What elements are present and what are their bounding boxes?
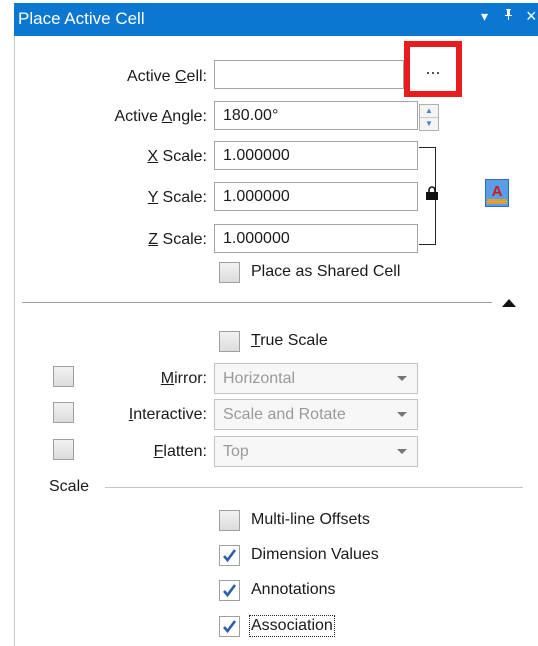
- y-scale-input[interactable]: 1.000000: [214, 182, 418, 211]
- active-angle-label: Active Angle:: [114, 108, 207, 125]
- multi-line-offsets-label: Multi-line Offsets: [251, 511, 370, 528]
- z-scale-input[interactable]: 1.000000: [214, 224, 418, 253]
- dimension-values-checkbox[interactable]: [219, 545, 240, 566]
- interactive-dropdown-value: Scale and Rotate: [223, 406, 346, 423]
- pin-icon[interactable]: [504, 8, 513, 24]
- annotations-label: Annotations: [251, 581, 336, 598]
- collapse-arrow-icon[interactable]: [502, 299, 516, 307]
- window-title: Place Active Cell: [18, 9, 145, 28]
- z-scale-label: Z Scale:: [148, 231, 207, 248]
- scale-group-line: [105, 487, 523, 488]
- mirror-checkbox[interactable]: [53, 366, 74, 387]
- check-icon: [223, 620, 237, 634]
- menu-dropdown-icon[interactable]: ▾: [481, 8, 488, 25]
- x-scale-input[interactable]: 1.000000: [214, 141, 418, 170]
- text-style-letter: A: [492, 183, 503, 200]
- true-scale-checkbox[interactable]: [219, 331, 240, 352]
- scale-group-title: Scale: [49, 478, 90, 495]
- association-checkbox[interactable]: [219, 616, 240, 637]
- flatten-dropdown[interactable]: Top: [214, 436, 418, 467]
- association-label: Association: [249, 615, 335, 637]
- multi-line-offsets-checkbox[interactable]: [219, 510, 240, 531]
- x-scale-label: X Scale:: [147, 148, 207, 165]
- flatten-label: Flatten:: [153, 443, 207, 460]
- active-cell-input[interactable]: [214, 60, 404, 89]
- spin-up-icon[interactable]: ▲: [420, 105, 438, 118]
- true-scale-label: True Scale: [251, 332, 328, 349]
- mirror-dropdown-value: Horizontal: [223, 370, 296, 387]
- dimension-values-label: Dimension Values: [251, 546, 379, 563]
- shared-cell-label: Place as Shared Cell: [251, 263, 401, 280]
- flatten-checkbox[interactable]: [53, 439, 74, 460]
- chevron-down-icon: [397, 449, 407, 454]
- interactive-dropdown[interactable]: Scale and Rotate: [214, 399, 418, 430]
- active-angle-input[interactable]: 180.00°: [214, 101, 418, 130]
- active-cell-label: Active Cell:: [126, 68, 207, 85]
- chevron-down-icon: [397, 376, 407, 381]
- interactive-label: Interactive:: [128, 406, 207, 423]
- shared-cell-checkbox[interactable]: [219, 262, 240, 283]
- angle-spinner[interactable]: ▲ ▼: [419, 104, 439, 131]
- interactive-checkbox[interactable]: [53, 402, 74, 423]
- check-icon: [223, 549, 237, 563]
- check-icon: [223, 584, 237, 598]
- chevron-down-icon: [397, 412, 407, 417]
- text-style-icon[interactable]: A: [485, 179, 509, 207]
- spin-down-icon[interactable]: ▼: [420, 118, 438, 130]
- mirror-dropdown[interactable]: Horizontal: [214, 363, 418, 394]
- mirror-label: Mirror:: [160, 370, 207, 387]
- y-scale-label: Y Scale:: [147, 189, 207, 206]
- tool-settings-panel: Active Cell: ... Active Angle: 180.00° ▲…: [14, 36, 538, 646]
- annotation-highlight-box: [404, 41, 462, 97]
- title-bar: Place Active Cell ▾ ×: [14, 3, 538, 36]
- flatten-dropdown-value: Top: [223, 443, 249, 460]
- lock-icon[interactable]: [425, 186, 439, 200]
- close-icon[interactable]: ×: [526, 6, 537, 27]
- annotations-checkbox[interactable]: [219, 580, 240, 601]
- section-separator: [22, 302, 492, 303]
